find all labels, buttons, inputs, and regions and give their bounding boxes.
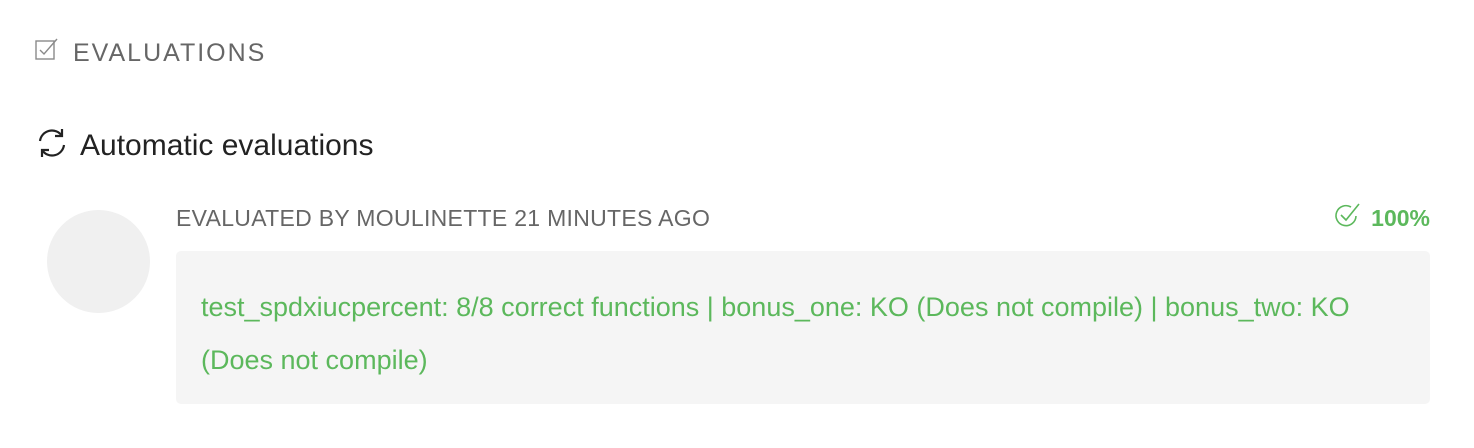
evaluated-by-text: EVALUATED BY MOULINETTE 21 MINUTES AGO bbox=[176, 204, 711, 231]
automatic-evaluations-title: Automatic evaluations bbox=[80, 129, 374, 162]
evaluation-score: 100% bbox=[1333, 203, 1430, 232]
evaluation-result-box: test_spdxiucpercent: 8/8 correct functio… bbox=[176, 251, 1430, 404]
avatar bbox=[47, 210, 150, 313]
evaluations-header: EVALUATIONS bbox=[34, 36, 266, 70]
check-circle-icon bbox=[1335, 203, 1360, 227]
evaluation-result-text: test_spdxiucpercent: 8/8 correct functio… bbox=[201, 292, 1350, 375]
refresh-icon bbox=[38, 129, 66, 157]
evaluation-meta: EVALUATED BY MOULINETTE 21 MINUTES AGO 1… bbox=[176, 200, 1430, 236]
checkbox-icon bbox=[35, 38, 58, 60]
evaluations-title: EVALUATIONS bbox=[73, 38, 267, 67]
automatic-evaluations-header: Automatic evaluations bbox=[34, 124, 374, 168]
score-value: 100% bbox=[1371, 204, 1430, 231]
